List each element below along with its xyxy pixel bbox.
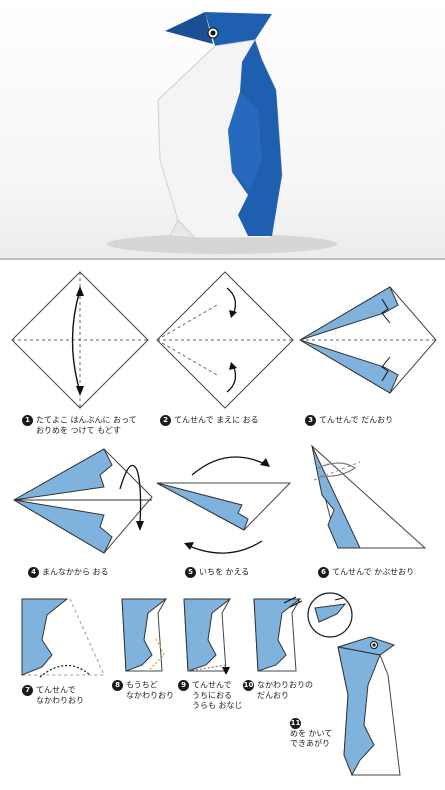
step-text-line2: うちにおる (192, 691, 232, 700)
step-6-caption: 6 てんせんで かぶせおり (318, 567, 414, 578)
step-6-diagram (311, 444, 427, 549)
step-number: 1 (22, 415, 33, 426)
step-text: てんせんで かぶせおり (332, 567, 415, 577)
step-text: てんせんで だんおり (319, 415, 394, 425)
step-text: もうちど (126, 680, 158, 690)
step-1-diagram (11, 271, 149, 409)
step-text-line2: なかわりおり (36, 696, 84, 705)
step-4-caption: 4 まんなかから おる (28, 567, 109, 578)
step-4-diagram (13, 448, 153, 554)
step-text: たてよこ はんぶんに おって (36, 415, 137, 425)
step-text: なかわりおりの (257, 680, 313, 690)
step-number: 4 (28, 567, 39, 578)
finished-penguin-photo (0, 0, 445, 258)
step-text-line3: うらも おなじ (192, 701, 243, 710)
penguin-beak (165, 12, 213, 44)
step-text-line2: だんおり (257, 691, 289, 700)
step-text: めを かいて (290, 729, 333, 738)
penguin-photo-illustration (107, 12, 337, 254)
step-text-line2: なかわりおり (126, 691, 174, 700)
step-7-diagram (21, 598, 105, 678)
step-2-caption: 2 てんせんで まえに おる (160, 415, 259, 426)
step-10-caption: 10 なかわりおりの だんおり (243, 680, 313, 701)
step-8-caption: 8 もうちど なかわりおり (112, 680, 174, 701)
step-7-caption: 7 てんせんで なかわりおり (22, 685, 84, 706)
step-5-diagram (156, 456, 292, 554)
step-text: てんせんで (36, 685, 76, 695)
step-number: 9 (178, 680, 189, 691)
step-number: 8 (112, 680, 123, 691)
step-number: 11 (290, 718, 301, 729)
step-10-detail-inset (307, 592, 353, 638)
penguin-pupil (210, 30, 216, 36)
folding-steps: 1 たてよこ はんぶんに おって おりめを つけて もどす 2 てんせんで まえに … (0, 260, 445, 790)
step-2-diagram (156, 271, 294, 409)
step-3-diagram (299, 286, 437, 394)
step-9-diagram (183, 598, 232, 675)
step-text: まんなかから おる (42, 567, 109, 577)
step-number: 10 (243, 680, 254, 691)
step-1-caption: 1 たてよこ はんぶんに おって おりめを つけて もどす (22, 415, 137, 436)
step-text-line2: おりめを つけて もどす (36, 426, 121, 435)
step-number: 2 (160, 415, 171, 426)
step-11-caption: 11 めを かいて できあがり (290, 718, 332, 749)
step-10-diagram (253, 596, 303, 672)
step-8-diagram (121, 598, 168, 672)
step-text-line2: できあがり (290, 739, 330, 748)
step-number: 3 (305, 415, 316, 426)
step-3-caption: 3 てんせんで だんおり (305, 415, 393, 426)
step-text: いちを かえる (199, 567, 250, 577)
step-text: てんせんで まえに おる (174, 415, 259, 425)
step-number: 6 (318, 567, 329, 578)
step-number: 7 (22, 685, 33, 696)
step-11-diagram (337, 636, 401, 777)
step-9-caption: 9 てんせんで うちにおる うらも おなじ (178, 680, 243, 711)
step-5-caption: 5 いちを かえる (185, 567, 249, 578)
step-text: てんせんで (192, 680, 232, 690)
step-number: 5 (185, 567, 196, 578)
